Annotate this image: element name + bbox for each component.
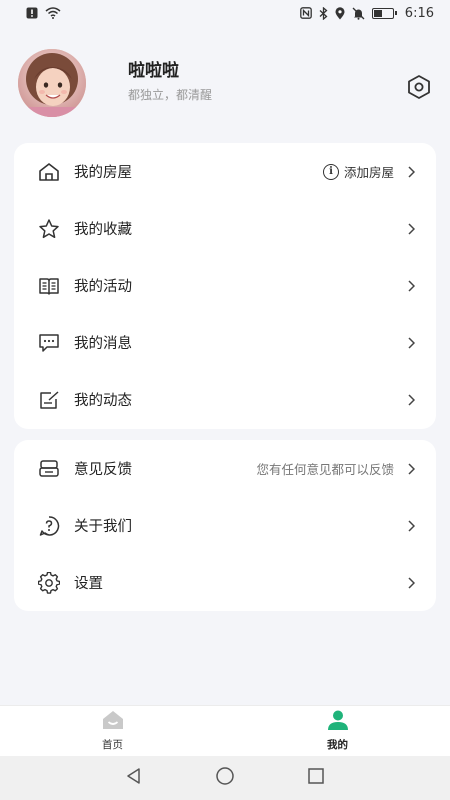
book-icon	[37, 274, 61, 298]
silent-icon	[352, 7, 365, 20]
question-icon	[37, 514, 61, 538]
star-icon	[37, 217, 61, 241]
menu-row-my-messages[interactable]: 我的消息	[14, 314, 436, 371]
bluetooth-icon	[319, 6, 328, 20]
wifi-icon	[45, 7, 61, 19]
home-tab-icon	[101, 710, 125, 734]
battery-level	[373, 9, 382, 17]
menu-label: 我的消息	[74, 336, 132, 352]
chevron-right-icon	[406, 462, 416, 476]
status-bar: 6:16	[0, 0, 450, 26]
chevron-right-icon	[406, 165, 416, 179]
status-left	[26, 7, 61, 19]
battery-icon	[371, 7, 397, 19]
nfc-icon	[299, 7, 312, 19]
profile-motto: 都独立，都清醒	[128, 88, 213, 102]
menu-card-secondary: 意见反馈 您有任何意见都可以反馈 关于我们 设置	[14, 440, 436, 611]
menu-row-my-house[interactable]: 我的房屋 i 添加房屋	[14, 143, 436, 200]
recents-square-icon[interactable]	[307, 767, 325, 789]
menu-label: 意见反馈	[74, 462, 132, 478]
avatar[interactable]	[18, 49, 86, 117]
menu-row-about-us[interactable]: 关于我们	[14, 497, 436, 554]
tab-label: 我的	[327, 739, 348, 751]
message-icon	[37, 331, 61, 355]
menu-row-my-posts[interactable]: 我的动态	[14, 371, 436, 428]
info-icon: i	[322, 163, 339, 180]
tab-home[interactable]: 首页	[0, 706, 225, 756]
chevron-right-icon	[406, 519, 416, 533]
person-tab-icon	[326, 710, 350, 734]
menu-label: 我的房屋	[74, 165, 132, 181]
location-icon	[335, 6, 345, 20]
add-house-label: 添加房屋	[343, 165, 394, 180]
gear-icon	[37, 571, 61, 595]
tab-mine[interactable]: 我的	[225, 706, 450, 756]
status-time: 6:16	[404, 5, 434, 21]
menu-row-my-favorites[interactable]: 我的收藏	[14, 200, 436, 257]
chevron-right-icon	[406, 336, 416, 350]
feedback-icon	[37, 457, 61, 481]
chevron-right-icon	[406, 222, 416, 236]
profile-name: 啦啦啦	[128, 61, 179, 81]
menu-label: 我的动态	[74, 393, 132, 409]
menu-label: 我的收藏	[74, 222, 132, 238]
chevron-right-icon	[406, 393, 416, 407]
bottom-tab-bar: 首页 我的	[0, 705, 450, 756]
home-circle-icon[interactable]	[215, 766, 235, 790]
hexagon-settings-icon[interactable]	[406, 74, 432, 100]
back-triangle-icon[interactable]	[125, 767, 143, 789]
menu-card-primary: 我的房屋 i 添加房屋 我的收藏 我的活动 我的消息 我的动态	[14, 143, 436, 429]
menu-row-my-activities[interactable]: 我的活动	[14, 257, 436, 314]
chevron-right-icon	[406, 279, 416, 293]
system-nav-bar	[0, 756, 450, 800]
menu-label: 设置	[74, 576, 103, 592]
menu-row-settings[interactable]: 设置	[14, 554, 436, 611]
menu-row-feedback[interactable]: 意见反馈 您有任何意见都可以反馈	[14, 440, 436, 497]
profile-header: 啦啦啦 都独立，都清醒	[0, 40, 450, 120]
menu-label: 关于我们	[74, 519, 132, 535]
menu-label: 我的活动	[74, 279, 132, 295]
chevron-right-icon	[406, 576, 416, 590]
alert-icon	[26, 7, 38, 19]
add-house-hint[interactable]: i 添加房屋	[322, 162, 394, 181]
house-icon	[37, 160, 61, 184]
edit-note-icon	[37, 388, 61, 412]
status-right: 6:16	[299, 5, 434, 21]
tab-label: 首页	[102, 739, 123, 751]
feedback-hint: 您有任何意见都可以反馈	[256, 462, 394, 477]
